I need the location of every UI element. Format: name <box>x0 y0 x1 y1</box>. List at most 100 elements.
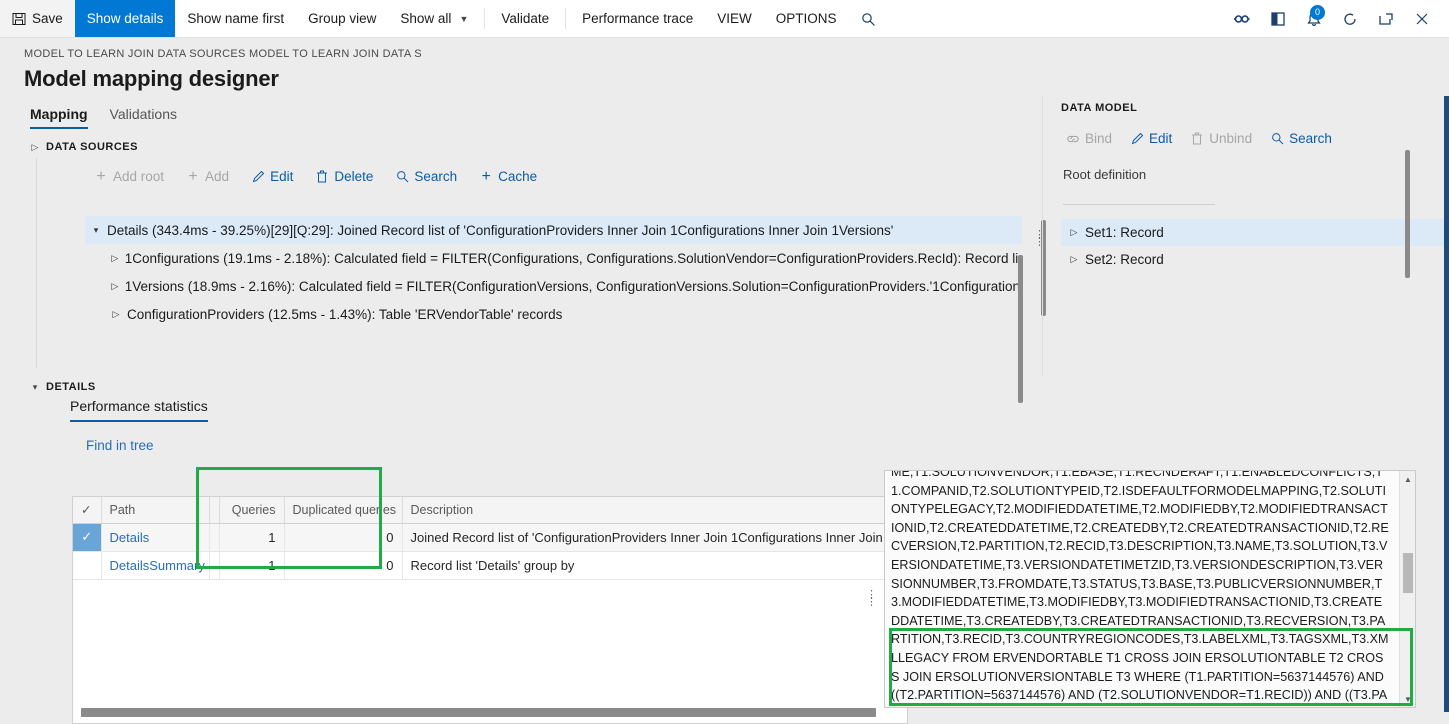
delete-button[interactable]: Delete <box>306 166 382 187</box>
data-model-node-set2[interactable]: ▷ Set2: Record <box>1061 246 1449 273</box>
edit-button[interactable]: Edit <box>242 166 302 187</box>
data-model-vertical-scrollbar[interactable] <box>1405 150 1410 278</box>
options-menu[interactable]: OPTIONS <box>764 0 849 37</box>
sql-scroll-thumb[interactable] <box>1403 553 1413 593</box>
close-icon[interactable] <box>1405 0 1439 38</box>
options-label: OPTIONS <box>776 11 837 26</box>
details-header: ▾ DETAILS <box>24 378 1449 396</box>
tree-node[interactable]: ▷ 1Versions (18.9ms - 2.16%): Calculated… <box>85 272 1022 300</box>
expand-triangle-icon[interactable]: ▷ <box>1063 254 1085 265</box>
sql-query-panel[interactable]: ME,T1.SOLUTIONVENDOR,T1.EBASE,T1.RECNDER… <box>884 470 1416 708</box>
data-model-search-button[interactable]: Search <box>1261 128 1341 149</box>
column-header-path[interactable]: Path <box>101 497 209 523</box>
add-label: Add <box>205 169 229 184</box>
expand-triangle-icon[interactable]: ▷ <box>105 281 125 292</box>
cache-button[interactable]: + Cache <box>470 166 546 187</box>
data-sources-header: ▷ DATA SOURCES <box>24 136 1032 158</box>
performance-trace-button[interactable]: Performance trace <box>570 0 705 37</box>
group-view-label: Group view <box>308 11 376 26</box>
search-icon[interactable] <box>848 0 888 38</box>
page-title: Model mapping designer <box>24 66 1449 92</box>
pencil-icon <box>251 170 265 184</box>
popout-window-icon[interactable] <box>1369 0 1403 38</box>
column-header-queries[interactable]: Queries <box>219 497 284 523</box>
tab-validations[interactable]: Validations <box>110 106 177 129</box>
data-model-tree[interactable]: ▷ Set1: Record ▷ Set2: Record <box>1061 219 1449 273</box>
panel-splitter-handle[interactable]: ⋮⋮ <box>1034 232 1045 246</box>
plus-icon: + <box>186 170 200 184</box>
sql-query-text: ME,T1.SOLUTIONVENDOR,T1.EBASE,T1.RECNDER… <box>891 470 1389 708</box>
sql-vertical-scrollbar[interactable]: ▲ ▼ <box>1399 471 1415 707</box>
command-bar-right: 0 <box>1225 0 1449 37</box>
row-checkbox[interactable]: ✓ <box>73 523 101 551</box>
table-row[interactable]: DetailsSummary 1 0 Record list 'Details'… <box>73 551 907 579</box>
grid-resize-handle[interactable]: ⋮⋮ <box>866 592 876 606</box>
delete-label: Delete <box>334 169 373 184</box>
scroll-down-arrow-icon[interactable]: ▼ <box>1400 691 1416 707</box>
show-all-dropdown[interactable]: Show all ▼ <box>388 0 480 37</box>
refresh-icon[interactable] <box>1333 0 1367 38</box>
toolbar-divider-1 <box>484 8 485 29</box>
expand-triangle-icon[interactable]: ▷ <box>105 309 127 320</box>
cell-queries: 1 <box>219 551 284 579</box>
unbind-button[interactable]: Unbind <box>1181 128 1261 149</box>
data-sources-section: ▷ DATA SOURCES + Add root + Add Edit <box>24 136 1032 368</box>
unbind-label: Unbind <box>1209 131 1252 146</box>
notification-badge: 0 <box>1310 5 1325 20</box>
cell-queries: 1 <box>219 523 284 551</box>
cell-duplicated-queries: 0 <box>284 523 402 551</box>
toolbar-divider-2 <box>565 8 566 29</box>
group-view-button[interactable]: Group view <box>296 0 388 37</box>
save-icon <box>12 12 26 26</box>
data-model-panel: DATA MODEL Bind Edit <box>1042 96 1449 376</box>
grid-horizontal-scrollbar[interactable] <box>81 708 876 717</box>
command-bar: Save Show details Show name first Group … <box>0 0 1449 38</box>
column-header-duplicated-queries[interactable]: Duplicated queries <box>284 497 402 523</box>
data-sources-expander-icon[interactable]: ▷ <box>24 142 46 153</box>
expand-triangle-icon[interactable]: ▷ <box>105 253 125 264</box>
bind-button[interactable]: Bind <box>1057 128 1121 149</box>
show-details-button[interactable]: Show details <box>75 0 176 37</box>
details-collapse-icon[interactable]: ▾ <box>24 382 46 393</box>
collapse-triangle-icon[interactable]: ▾ <box>85 225 107 236</box>
performance-statistics-grid[interactable]: ✓ Path Queries Duplicated queries Descri… <box>72 496 908 724</box>
tab-mapping[interactable]: Mapping <box>30 106 88 129</box>
expand-triangle-icon[interactable]: ▷ <box>1063 227 1085 238</box>
data-model-toolbar: Bind Edit Unbind <box>1057 128 1449 149</box>
data-model-node-set1[interactable]: ▷ Set1: Record <box>1061 219 1449 246</box>
chevron-down-icon: ▼ <box>459 14 468 24</box>
tree-node[interactable]: ▷ 1Configurations (19.1ms - 2.18%): Calc… <box>85 244 1022 272</box>
save-label: Save <box>32 11 63 26</box>
save-button[interactable]: Save <box>0 0 75 37</box>
settings-gear-icon[interactable] <box>1225 0 1259 38</box>
view-menu[interactable]: VIEW <box>705 0 764 37</box>
tree-node[interactable]: ▷ ConfigurationProviders (12.5ms - 1.43%… <box>85 300 1022 328</box>
data-model-edit-button[interactable]: Edit <box>1121 128 1181 149</box>
notifications-bell-icon[interactable]: 0 <box>1297 0 1331 38</box>
cell-spacer <box>209 551 219 579</box>
select-all-checkbox[interactable]: ✓ <box>73 497 101 523</box>
tab-performance-statistics[interactable]: Performance statistics <box>70 398 208 422</box>
add-root-button[interactable]: + Add root <box>85 166 173 187</box>
row-checkbox[interactable] <box>73 551 101 579</box>
scroll-up-arrow-icon[interactable]: ▲ <box>1400 471 1416 487</box>
find-in-tree-link[interactable]: Find in tree <box>86 438 154 453</box>
cell-path[interactable]: Details <box>101 523 209 551</box>
cell-path[interactable]: DetailsSummary <box>101 551 209 579</box>
validate-button[interactable]: Validate <box>489 0 561 37</box>
data-model-divider <box>1063 204 1215 205</box>
show-name-first-button[interactable]: Show name first <box>175 0 296 37</box>
details-subtabs: Performance statistics <box>70 398 1449 422</box>
data-model-node-label: Set2: Record <box>1085 252 1164 267</box>
data-sources-tree[interactable]: ▾ Details (343.4ms - 39.25%)[29][Q:29]: … <box>85 216 1022 366</box>
tree-node[interactable]: ▾ Details (343.4ms - 39.25%)[29][Q:29]: … <box>85 216 1022 244</box>
search-button[interactable]: Search <box>386 166 466 187</box>
column-header-description[interactable]: Description <box>402 497 907 523</box>
breadcrumb: MODEL TO LEARN JOIN DATA SOURCES MODEL T… <box>24 48 1449 60</box>
root-definition-label: Root definition <box>1063 167 1449 182</box>
book-open-icon[interactable] <box>1261 0 1295 38</box>
right-edge-rail <box>1444 96 1449 712</box>
add-button[interactable]: + Add <box>177 166 238 187</box>
table-row[interactable]: ✓ Details 1 0 Joined Record list of 'Con… <box>73 523 907 551</box>
cell-description: Record list 'Details' group by <box>402 551 907 579</box>
